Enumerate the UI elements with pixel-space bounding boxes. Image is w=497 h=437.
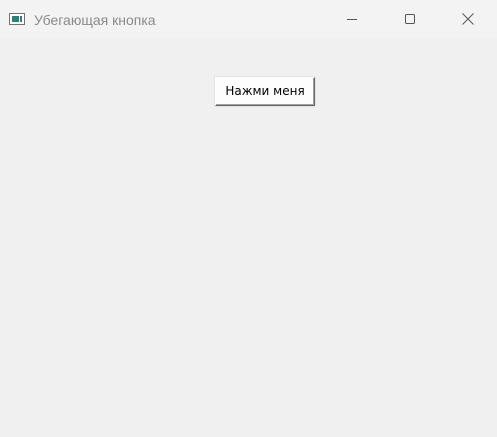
minimize-icon [347, 19, 357, 20]
window-title: Убегающая кнопка [34, 12, 156, 28]
close-button[interactable] [439, 0, 497, 38]
app-window: Убегающая кнопка Нажми меня [0, 0, 497, 437]
maximize-button[interactable] [381, 0, 439, 38]
maximize-icon [405, 14, 415, 24]
minimize-button[interactable] [323, 0, 381, 38]
app-window-icon [9, 13, 25, 25]
press-me-button[interactable]: Нажми меня [215, 77, 315, 106]
client-area: Нажми меня [0, 38, 497, 437]
close-icon [462, 13, 474, 25]
title-bar[interactable]: Убегающая кнопка [0, 0, 497, 38]
